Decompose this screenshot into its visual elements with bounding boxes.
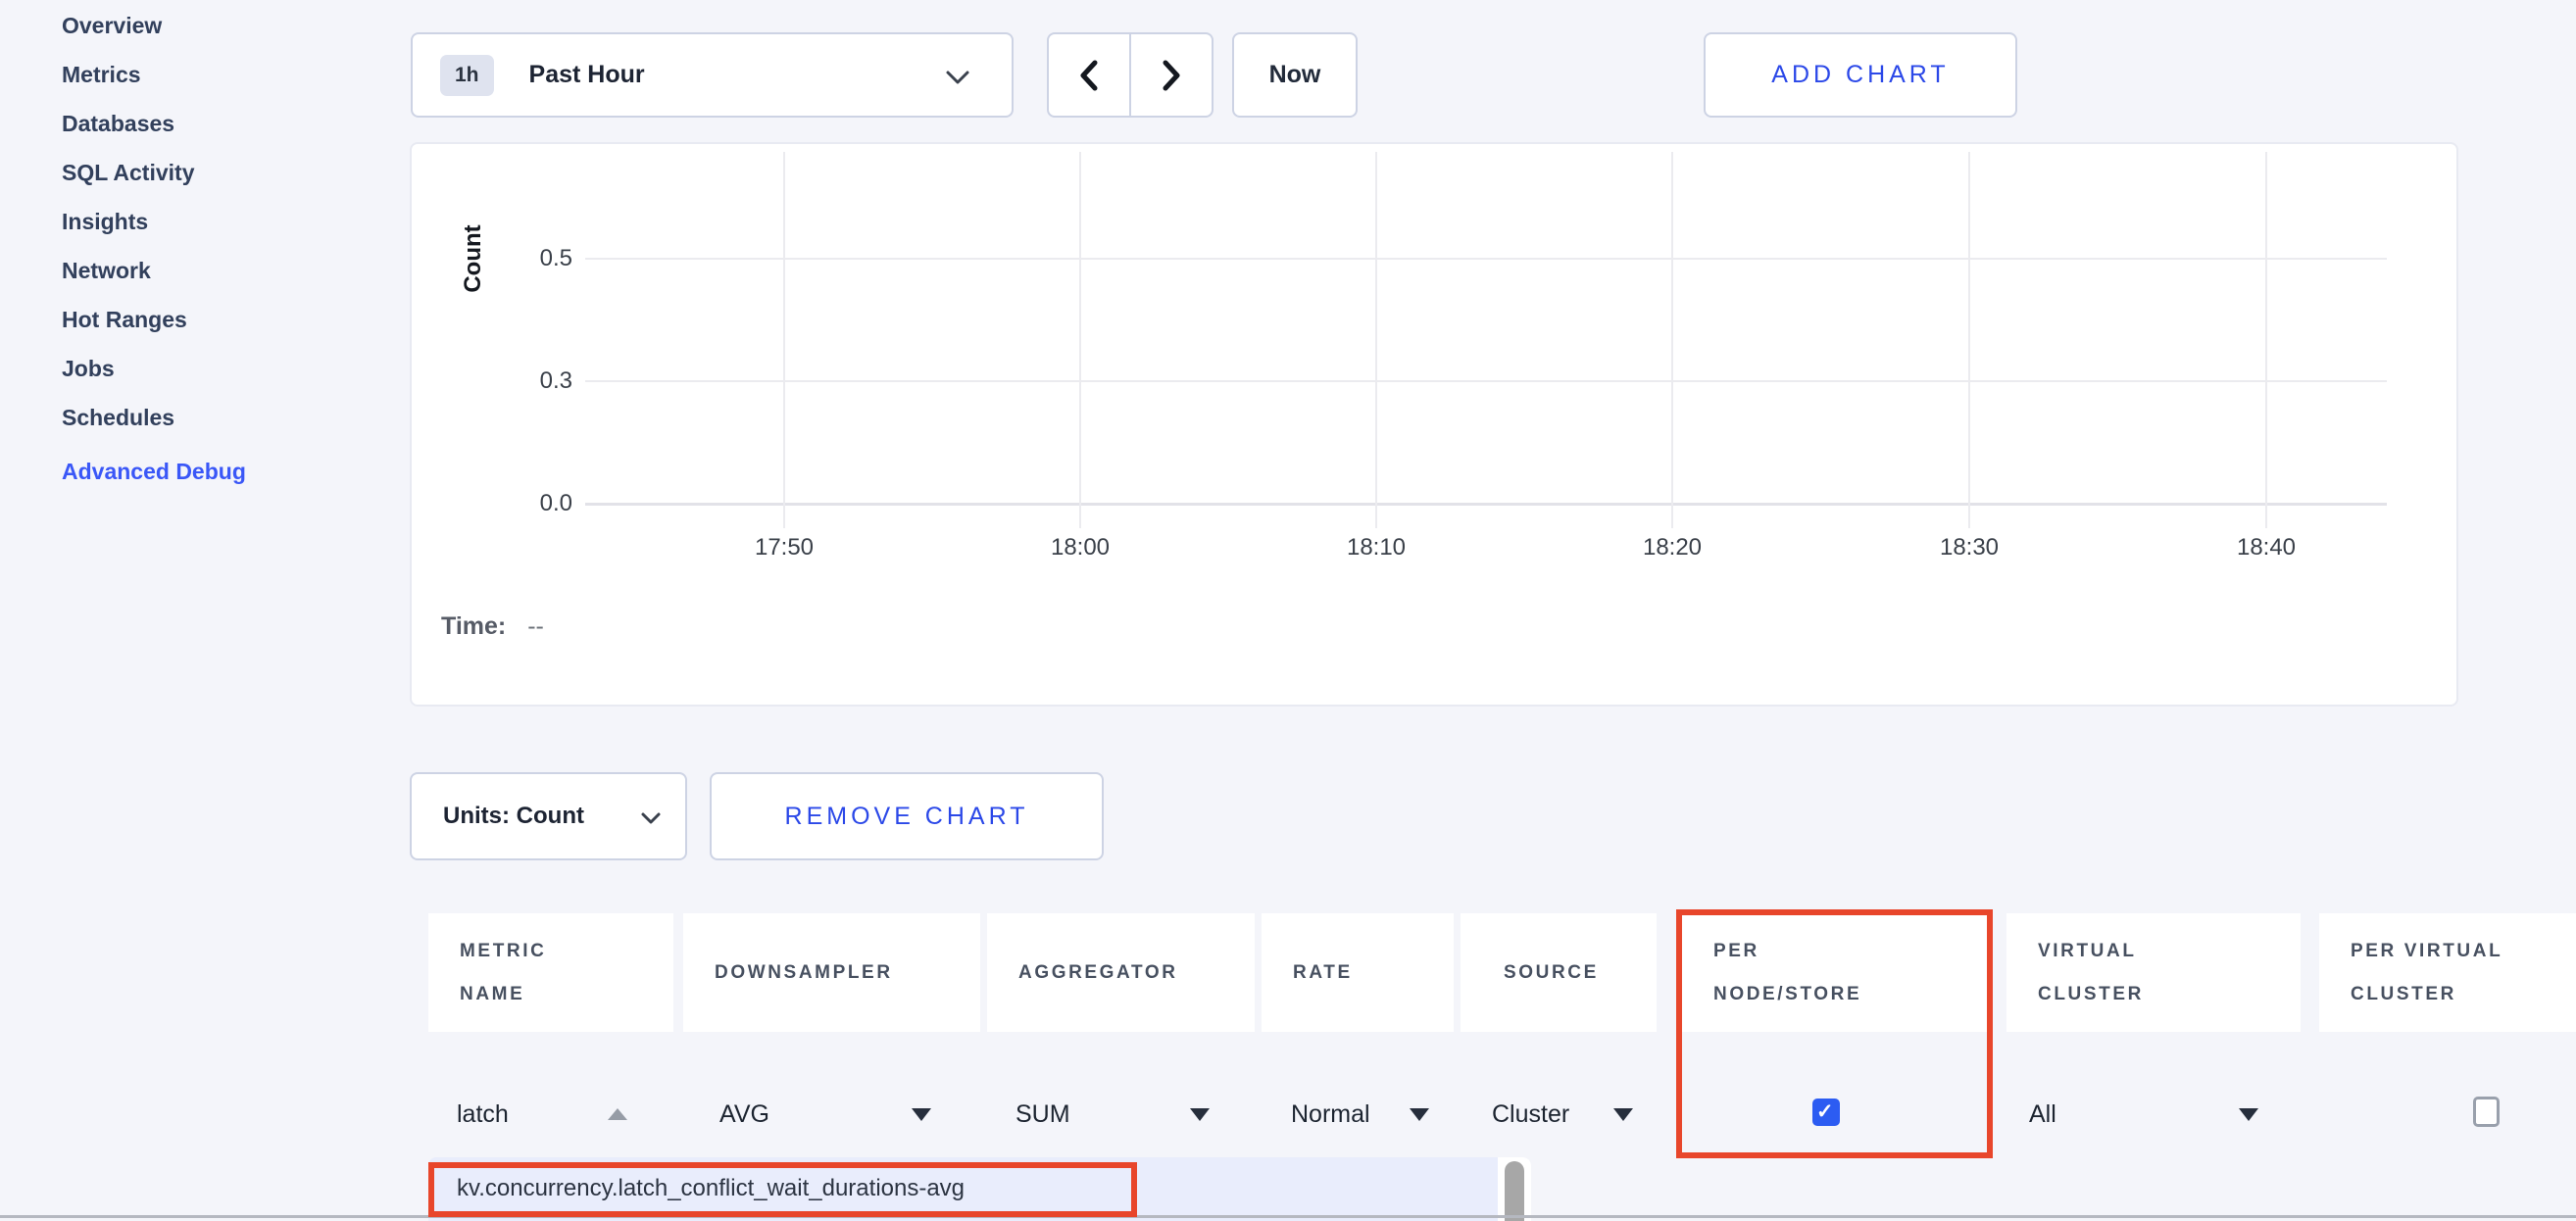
time-range-selector[interactable]: 1h Past Hour [411,32,1014,118]
screen-bottom-edge [0,1215,2576,1218]
dropdown-arrow-icon [1410,1108,1429,1121]
dropdown-scrollbar-thumb[interactable] [1505,1161,1524,1221]
y-tick-label: 0.3 [510,366,572,396]
prev-time-button[interactable] [1049,34,1131,116]
chart-hover-time: Time: -- [441,612,544,641]
dropdown-arrow-icon [2239,1108,2258,1121]
units-select-label: Units: Count [443,803,584,830]
metric-name-select[interactable]: latch [457,1098,509,1131]
dropdown-scrollbar-track[interactable] [1498,1157,1531,1221]
sidebar-item-insights[interactable]: Insights [62,208,385,235]
advanced-debug-custom-chart-page: Overview Metrics Databases SQL Activity … [0,0,2576,1221]
dropdown-arrow-icon [1613,1108,1633,1121]
downsampler-select[interactable]: AVG [719,1098,769,1131]
annotation-box-per-node-store [1676,909,1993,1158]
chevron-left-icon [1079,60,1099,91]
column-header-rate: RATE [1262,913,1454,1032]
source-select[interactable]: Cluster [1492,1098,1569,1131]
time-nav-group [1047,32,1214,118]
time-range-label: Past Hour [529,61,645,89]
header-line: CLUSTER [2038,973,2301,1016]
x-tick-label: 18:10 [1317,534,1435,562]
sidebar-item-network[interactable]: Network [62,257,385,284]
chevron-down-icon [640,811,662,825]
sidebar-item-metrics[interactable]: Metrics [62,61,385,88]
column-header-source: SOURCE [1461,913,1657,1032]
dropdown-arrow-icon [1190,1108,1210,1121]
x-tick-label: 18:30 [1910,534,2028,562]
sidebar-item-sql-activity[interactable]: SQL Activity [62,159,385,186]
dropdown-open-arrow-icon [608,1108,627,1120]
dropdown-arrow-icon [912,1108,931,1121]
column-header-per-virtual-cluster: PER VIRTUAL CLUSTER [2319,913,2576,1032]
time-value: -- [527,612,544,640]
y-tick-label: 0.5 [510,244,572,273]
x-tick-label: 18:20 [1613,534,1731,562]
header-line: SOURCE [1504,952,1657,995]
virtual-cluster-select[interactable]: All [2029,1098,2056,1131]
column-header-aggregator: AGGREGATOR [987,913,1255,1032]
chart-plot-area[interactable] [585,152,2387,505]
header-line: METRIC [460,930,673,973]
column-header-downsampler: DOWNSAMPLER [683,913,980,1032]
header-line: DOWNSAMPLER [715,952,980,995]
header-line: VIRTUAL [2038,930,2301,973]
chevron-right-icon [1162,60,1181,91]
remove-chart-button[interactable]: REMOVE CHART [710,772,1104,860]
time-range-badge: 1h [440,55,494,96]
sidebar-item-hot-ranges[interactable]: Hot Ranges [62,306,385,333]
custom-chart-card: Count 0.5 0.3 0.0 17:50 18:00 18:10 18:2… [410,142,2458,707]
aggregator-select[interactable]: SUM [1016,1098,1070,1131]
y-tick-label: 0.0 [510,489,572,518]
sidebar: Overview Metrics Databases SQL Activity … [62,12,385,507]
chevron-down-icon [945,70,970,85]
header-line: AGGREGATOR [1018,952,1255,995]
sidebar-item-databases[interactable]: Databases [62,110,385,137]
header-line: CLUSTER [2351,973,2576,1016]
header-line: RATE [1293,952,1454,995]
column-header-virtual-cluster: VIRTUAL CLUSTER [2006,913,2301,1032]
sidebar-item-advanced-debug[interactable]: Advanced Debug [62,458,385,485]
rate-select[interactable]: Normal [1291,1098,1370,1131]
header-line: NAME [460,973,673,1016]
sidebar-item-schedules[interactable]: Schedules [62,404,385,431]
y-axis-label: Count [460,210,489,308]
add-chart-button[interactable]: ADD CHART [1704,32,2017,118]
next-time-button[interactable] [1131,34,1212,116]
column-header-metric-name: METRIC NAME [428,913,673,1032]
sidebar-item-jobs[interactable]: Jobs [62,355,385,382]
time-label: Time: [441,612,506,640]
x-tick-label: 18:00 [1021,534,1139,562]
annotation-box-suggestion [428,1162,1137,1217]
header-line: PER VIRTUAL [2351,930,2576,973]
sidebar-item-overview[interactable]: Overview [62,12,385,39]
per-virtual-cluster-checkbox[interactable] [2473,1097,2500,1127]
x-tick-label: 17:50 [725,534,843,562]
now-button[interactable]: Now [1232,32,1358,118]
units-select[interactable]: Units: Count [410,772,687,860]
x-tick-label: 18:40 [2207,534,2325,562]
